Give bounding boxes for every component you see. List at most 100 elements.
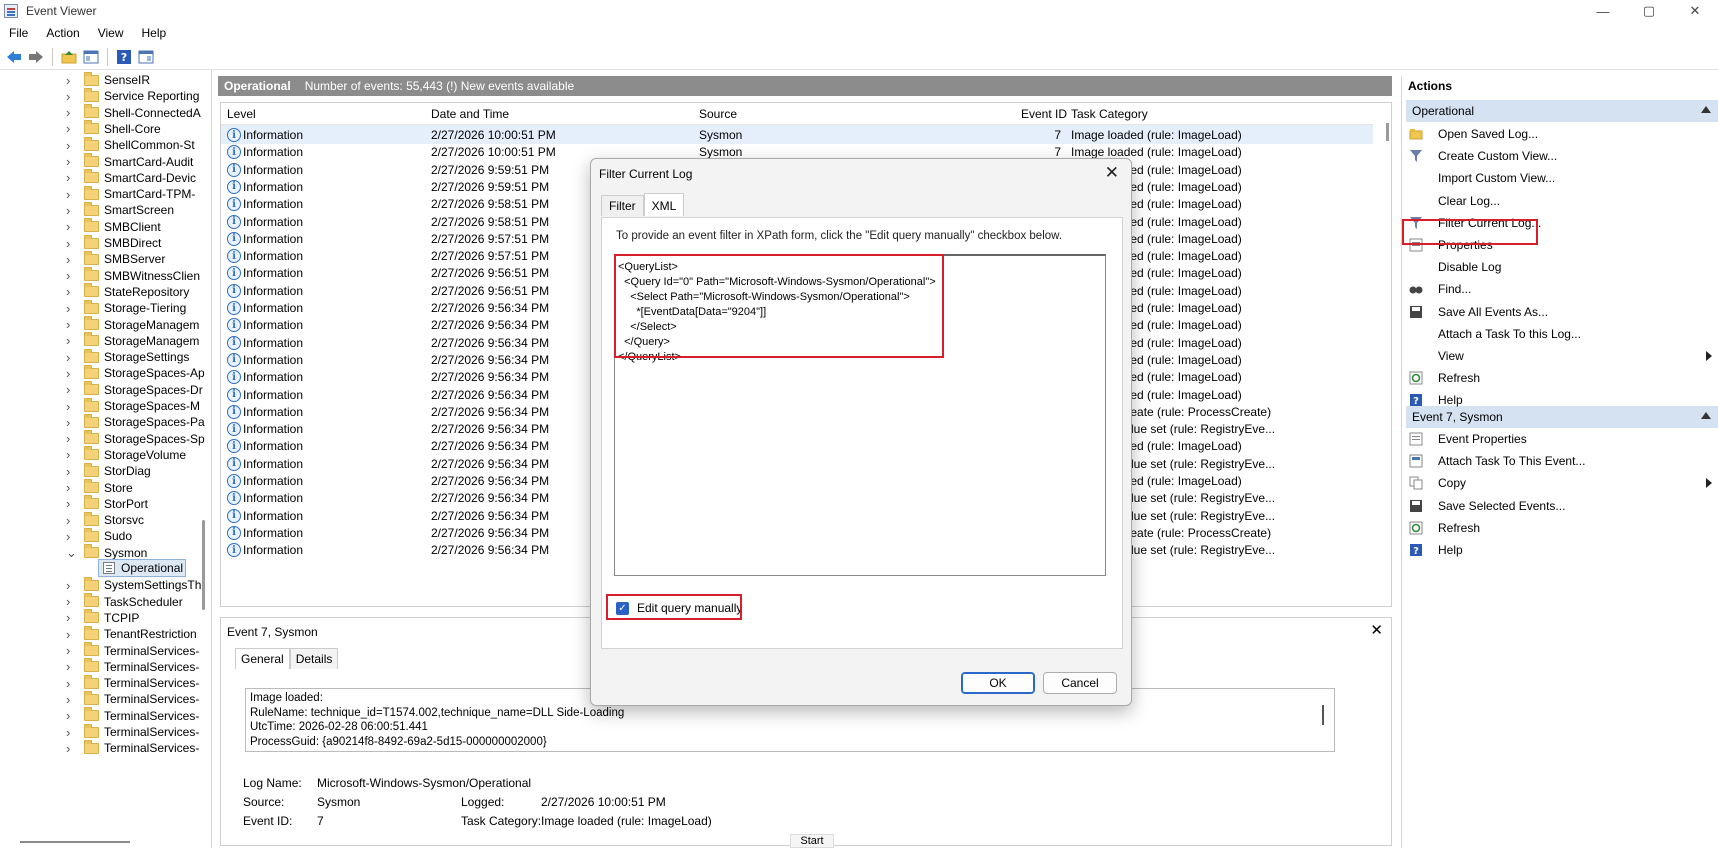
tree-item[interactable]: › Shell-Core <box>66 120 161 138</box>
action-refresh[interactable]: Refresh <box>1408 368 1716 388</box>
tree-item[interactable]: › TerminalServices- <box>66 723 199 741</box>
chevron-right-icon[interactable]: › <box>66 154 76 169</box>
tree-item[interactable]: › StorageVolume <box>66 446 186 464</box>
chevron-right-icon[interactable]: › <box>66 464 76 479</box>
action-attach-task-to-this-event[interactable]: Attach Task To This Event... <box>1408 451 1716 471</box>
chevron-right-icon[interactable]: › <box>66 236 76 251</box>
details-close-button[interactable]: ✕ <box>1370 621 1383 639</box>
minimize-button[interactable]: — <box>1580 0 1626 22</box>
tree-item[interactable]: › SmartScreen <box>66 201 174 219</box>
tree-item[interactable]: › Shell-ConnectedA <box>66 104 201 122</box>
tree-item[interactable]: › StorageManagem <box>66 332 199 350</box>
chevron-right-icon[interactable]: › <box>66 399 76 414</box>
tree-item[interactable]: › StorageSpaces-Dr <box>66 381 203 399</box>
chevron-right-icon[interactable]: › <box>66 366 76 381</box>
action-save-all-events-as[interactable]: Save All Events As... <box>1408 302 1716 322</box>
action-event-properties[interactable]: Event Properties <box>1408 429 1716 449</box>
chevron-right-icon[interactable]: › <box>66 138 76 153</box>
forward-arrow-icon[interactable] <box>26 47 46 67</box>
chevron-right-icon[interactable]: › <box>66 447 76 462</box>
chevron-right-icon[interactable]: › <box>66 317 76 332</box>
chevron-down-icon[interactable]: ⌄ <box>66 545 77 561</box>
chevron-right-icon[interactable]: › <box>66 121 76 136</box>
chevron-right-icon[interactable]: › <box>66 529 76 544</box>
tree-item[interactable]: › SMBClient <box>66 218 161 236</box>
column-source[interactable]: Source <box>699 107 737 121</box>
help-icon[interactable]: ? <box>114 47 134 67</box>
chevron-right-icon[interactable]: › <box>66 708 76 723</box>
chevron-right-icon[interactable]: › <box>66 219 76 234</box>
chevron-right-icon[interactable]: › <box>66 725 76 740</box>
details-scrollbar[interactable] <box>1322 705 1324 725</box>
chevron-right-icon[interactable]: › <box>66 301 76 316</box>
action-view[interactable]: View <box>1408 346 1716 366</box>
tree-item[interactable]: › StorPort <box>66 495 148 513</box>
tree-item[interactable]: › SMBDirect <box>66 234 161 252</box>
action-find[interactable]: Find... <box>1408 279 1716 299</box>
show-hide-console-tree-icon[interactable] <box>81 47 101 67</box>
action-copy[interactable]: Copy <box>1408 473 1716 493</box>
tree-item[interactable]: › StorageSettings <box>66 348 189 366</box>
chevron-right-icon[interactable]: › <box>66 105 76 120</box>
back-arrow-icon[interactable] <box>4 47 24 67</box>
tree-item[interactable]: › Storsvc <box>66 511 144 529</box>
dialog-close-button[interactable]: ✕ <box>1105 163 1119 183</box>
tree-item[interactable]: › Store <box>66 479 133 497</box>
tree-item[interactable]: › Sudo <box>66 527 132 545</box>
chevron-right-icon[interactable]: › <box>66 676 76 691</box>
tree-item[interactable]: › TenantRestriction <box>66 625 197 643</box>
tab-general[interactable]: General <box>235 648 290 669</box>
chevron-right-icon[interactable]: › <box>66 480 76 495</box>
tree-item[interactable]: › TerminalServices- <box>66 707 199 725</box>
chevron-right-icon[interactable]: › <box>66 187 76 202</box>
chevron-right-icon[interactable]: › <box>66 513 76 528</box>
chevron-right-icon[interactable]: › <box>66 741 76 756</box>
chevron-right-icon[interactable]: › <box>66 252 76 267</box>
column-task-category[interactable]: Task Category <box>1071 107 1148 121</box>
up-folder-icon[interactable] <box>59 47 79 67</box>
console-tree[interactable]: › SenseIR › Service Reporting › Shell-Connect… <box>0 70 212 848</box>
action-clear-log[interactable]: Clear Log... <box>1408 191 1716 211</box>
chevron-right-icon[interactable]: › <box>66 268 76 283</box>
close-window-button[interactable]: ✕ <box>1672 0 1718 22</box>
menu-action[interactable]: Action <box>37 26 88 40</box>
tab-xml[interactable]: XML <box>643 193 685 216</box>
tree-item[interactable]: › StorageSpaces-Pa <box>66 413 205 431</box>
chevron-right-icon[interactable]: › <box>66 203 76 218</box>
tab-details[interactable]: Details <box>289 648 339 669</box>
chevron-right-icon[interactable]: › <box>66 89 76 104</box>
tree-item[interactable]: › TerminalServices- <box>66 658 199 676</box>
tree-item[interactable]: › StateRepository <box>66 283 189 301</box>
action-attach-a-task-to-this-log[interactable]: Attach a Task To this Log... <box>1408 324 1716 344</box>
chevron-right-icon[interactable]: › <box>66 659 76 674</box>
tree-item[interactable]: › TerminalServices- <box>66 690 199 708</box>
tree-item[interactable]: › TCPIP <box>66 609 139 627</box>
chevron-right-icon[interactable]: › <box>66 415 76 430</box>
maximize-button[interactable]: ▢ <box>1626 0 1672 22</box>
tree-item-operational[interactable]: Operational <box>98 559 186 577</box>
tree-item[interactable]: › TerminalServices- <box>66 642 199 660</box>
tree-item[interactable]: › TerminalServices- <box>66 739 199 757</box>
tree-item[interactable]: › TerminalServices- <box>66 674 199 692</box>
chevron-right-icon[interactable]: › <box>66 170 76 185</box>
collapse-icon[interactable] <box>1701 412 1711 419</box>
chevron-right-icon[interactable]: › <box>66 692 76 707</box>
table-row[interactable]: i Information 2/27/2026 10:00:51 PM Sysmon 7… <box>221 125 1373 144</box>
events-scrollbar[interactable] <box>1386 123 1389 141</box>
chevron-right-icon[interactable]: › <box>66 73 76 88</box>
action-help[interactable]: ? Help <box>1408 540 1716 560</box>
tree-item[interactable]: › SmartCard-TPM- <box>66 185 195 203</box>
tree-item[interactable]: › SMBWitnessClien <box>66 267 200 285</box>
tree-item[interactable]: › Storage-Tiering <box>66 299 186 317</box>
tree-item[interactable]: › TaskScheduler <box>66 593 183 611</box>
action-disable-log[interactable]: Disable Log <box>1408 257 1716 277</box>
chevron-right-icon[interactable]: › <box>66 610 76 625</box>
column-date-time[interactable]: Date and Time <box>431 107 509 121</box>
chevron-right-icon[interactable]: › <box>66 431 76 446</box>
tree-item[interactable]: › SenseIR <box>66 71 150 89</box>
actions-section-operational[interactable]: Operational <box>1406 100 1718 122</box>
chevron-right-icon[interactable]: › <box>66 284 76 299</box>
tab-filter[interactable]: Filter <box>601 195 644 216</box>
menu-view[interactable]: View <box>89 26 133 40</box>
tree-item[interactable]: › StorageSpaces-Ap <box>66 364 205 382</box>
